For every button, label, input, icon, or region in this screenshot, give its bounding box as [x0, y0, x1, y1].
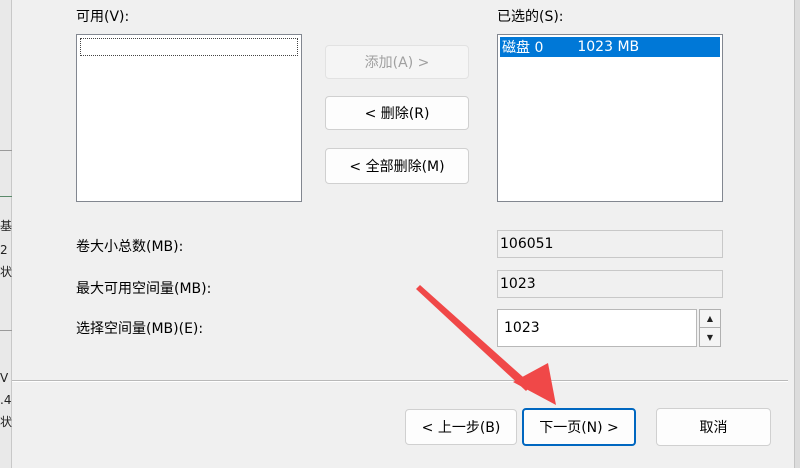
background-window: 基 2 状 V .4 状	[0, 0, 12, 468]
remove-button[interactable]: < 删除(R)	[325, 96, 469, 130]
remove-all-button[interactable]: < 全部删除(M)	[325, 148, 469, 184]
background-divider	[0, 330, 12, 331]
background-text: 状	[0, 415, 13, 429]
disk-name: 磁盘 0	[502, 40, 544, 56]
background-text: V	[0, 371, 9, 385]
select-space-input[interactable]: 1023	[497, 309, 697, 347]
list-item[interactable]: 磁盘 0 1023 MB	[500, 37, 720, 57]
background-text: 状	[0, 265, 13, 279]
background-text: 基	[0, 219, 13, 233]
back-button[interactable]: < 上一步(B)	[405, 409, 517, 445]
next-button[interactable]: 下一页(N) >	[522, 408, 636, 446]
focus-indicator	[80, 38, 298, 56]
spin-up-icon[interactable]: ▲	[700, 310, 720, 328]
add-button[interactable]: 添加(A) >	[325, 45, 469, 79]
available-listbox[interactable]	[76, 34, 302, 202]
background-text: .4	[0, 393, 12, 407]
background-text: 2	[0, 243, 8, 257]
selected-list-label: 已选的(S):	[497, 9, 564, 25]
max-space-field: 1023	[497, 270, 723, 298]
background-divider	[0, 150, 12, 151]
total-size-field: 106051	[497, 230, 723, 258]
disk-size: 1023 MB	[577, 39, 640, 55]
dialog-edge	[794, 0, 800, 468]
select-space-stepper[interactable]: ▲ ▼	[699, 309, 721, 347]
available-list-label: 可用(V):	[76, 9, 130, 25]
max-space-label: 最大可用空间量(MB):	[76, 281, 212, 297]
background-divider	[0, 196, 12, 197]
total-size-label: 卷大小总数(MB):	[76, 239, 184, 255]
footer-separator	[12, 380, 788, 382]
cancel-button[interactable]: 取消	[656, 408, 771, 446]
select-space-label: 选择空间量(MB)(E):	[76, 321, 204, 337]
selected-listbox[interactable]: 磁盘 0 1023 MB	[497, 34, 723, 202]
spin-down-icon[interactable]: ▼	[700, 328, 720, 346]
